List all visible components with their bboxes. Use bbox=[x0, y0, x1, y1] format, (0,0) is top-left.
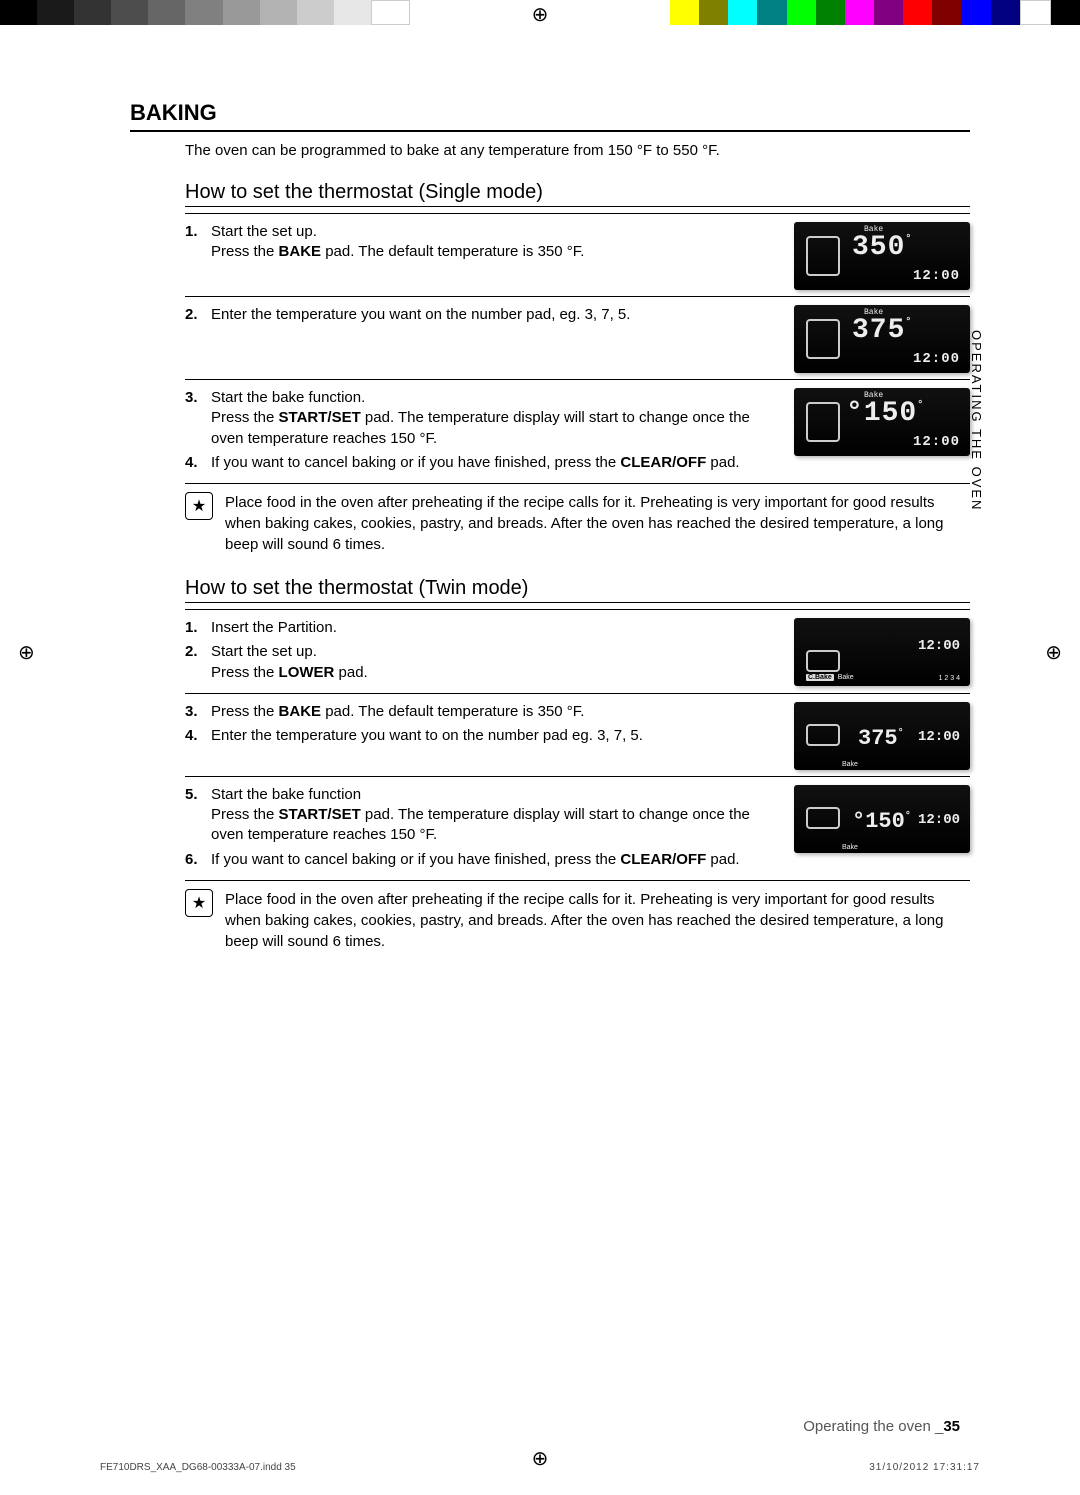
oven-lower-cavity-icon bbox=[806, 807, 840, 829]
twin-step-5: 5. Start the bake function Press the STA… bbox=[185, 785, 784, 846]
section-title: BAKING bbox=[130, 100, 970, 132]
single-step-4: 4. If you want to cancel baking or if yo… bbox=[185, 453, 784, 473]
twin-step-1: 1. Insert the Partition. bbox=[185, 618, 784, 638]
subheading-twin-mode: How to set the thermostat (Twin mode) bbox=[185, 577, 970, 603]
twin-step-4: 4. Enter the temperature you want to on … bbox=[185, 726, 784, 746]
oven-lower-cavity-icon bbox=[806, 724, 840, 746]
note-text: Place food in the oven after preheating … bbox=[225, 492, 970, 555]
twin-step-6: 6. If you want to cancel baking or if yo… bbox=[185, 850, 784, 870]
oven-display-150: Bake °150° 12:00 bbox=[794, 388, 970, 456]
oven-cavity-icon bbox=[806, 319, 840, 359]
oven-cavity-icon bbox=[806, 236, 840, 276]
twin-step-3: 3. Press the BAKE pad. The default tempe… bbox=[185, 702, 784, 722]
single-step-2: 2. Enter the temperature you want on the… bbox=[185, 305, 784, 325]
oven-display-lower-blank: 12:00 C.Bake Bake 1 2 3 4 bbox=[794, 618, 970, 686]
footer-timestamp: 31/10/2012 17:31:17 bbox=[869, 1462, 980, 1473]
section-tab: OPERATING THE OVEN bbox=[969, 330, 984, 511]
intro-text: The oven can be programmed to bake at an… bbox=[185, 142, 970, 159]
single-step-1: 1. Start the set up. Press the BAKE pad.… bbox=[185, 222, 784, 263]
note-text: Place food in the oven after preheating … bbox=[225, 889, 970, 952]
oven-display-lower-375: 375° 12:00 Bake bbox=[794, 702, 970, 770]
oven-display-375: Bake 375° 12:00 bbox=[794, 305, 970, 373]
page-footer: Operating the oven _35 bbox=[803, 1418, 960, 1435]
oven-display-350: Bake 350° 12:00 bbox=[794, 222, 970, 290]
oven-lower-cavity-icon bbox=[806, 650, 840, 672]
twin-step-2: 2. Start the set up. Press the LOWER pad… bbox=[185, 642, 784, 683]
oven-cavity-icon bbox=[806, 402, 840, 442]
star-note-icon: ★ bbox=[185, 492, 213, 520]
oven-display-lower-150: °150° 12:00 Bake bbox=[794, 785, 970, 853]
footer-filename: FE710DRS_XAA_DG68-00333A-07.indd 35 bbox=[100, 1462, 296, 1473]
single-step-3: 3. Start the bake function. Press the ST… bbox=[185, 388, 784, 449]
star-note-icon: ★ bbox=[185, 889, 213, 917]
subheading-single-mode: How to set the thermostat (Single mode) bbox=[185, 181, 970, 207]
